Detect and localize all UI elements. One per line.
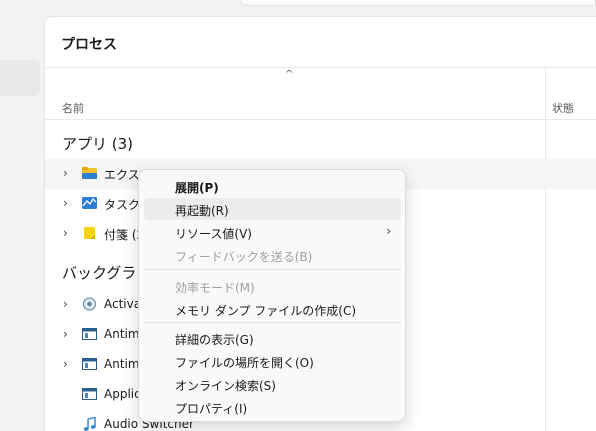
chevron-right-icon[interactable]: › (63, 327, 68, 341)
menu-separator (144, 269, 401, 270)
column-header-status[interactable]: 状態 (552, 100, 574, 116)
menu-item-label: プロパティ(I) (175, 402, 248, 416)
menu-item-label: オンライン検索(S) (175, 379, 276, 393)
menu-item-open-file-location[interactable]: ファイルの場所を開く(O) (144, 350, 401, 372)
menu-separator (144, 322, 401, 323)
window-app-icon (82, 358, 97, 370)
chevron-right-icon[interactable]: › (63, 196, 68, 210)
menu-item-resource-values[interactable]: リソース値(V) › (144, 221, 401, 243)
chevron-right-icon[interactable]: › (63, 226, 68, 240)
divider (45, 67, 596, 68)
window-app-icon (82, 388, 97, 400)
sticky-notes-icon (84, 227, 95, 239)
menu-item-label: リソース値(V) (175, 227, 252, 241)
window-app-icon (82, 328, 97, 340)
task-manager-icon (82, 197, 97, 209)
music-note-icon (83, 417, 96, 431)
gear-app-icon (83, 297, 96, 311)
nav-item-processes-selected[interactable] (0, 60, 40, 96)
process-name: Applic (104, 387, 141, 401)
menu-item-show-details[interactable]: 詳細の表示(G) (144, 327, 401, 349)
context-menu: 展開(P) 再起動(R) リソース値(V) › フィードバックを送る(B) 効率… (138, 169, 406, 422)
menu-item-label: 展開(P) (175, 181, 219, 195)
chevron-right-icon: › (386, 224, 391, 238)
process-name: Activa (104, 297, 142, 311)
divider (45, 119, 596, 120)
page-title: プロセス (61, 37, 117, 53)
menu-item-create-memory-dump[interactable]: メモリ ダンプ ファイルの作成(C) (144, 298, 401, 320)
menu-item-label: メモリ ダンプ ファイルの作成(C) (175, 304, 357, 318)
menu-item-send-feedback[interactable]: フィードバックを送る(B) (144, 244, 401, 266)
menu-item-label: ファイルの場所を開く(O) (175, 356, 314, 370)
menu-item-properties[interactable]: プロパティ(I) (144, 396, 401, 418)
folder-icon (82, 167, 97, 179)
menu-item-efficiency-mode[interactable]: 効率モード(M) (144, 275, 401, 297)
search-box[interactable] (240, 0, 596, 6)
sort-caret-icon[interactable]: ^ (285, 69, 293, 80)
chevron-right-icon[interactable]: › (63, 297, 68, 311)
chevron-right-icon[interactable]: › (63, 357, 68, 371)
menu-item-label: 効率モード(M) (175, 281, 255, 295)
menu-item-label: フィードバックを送る(B) (175, 250, 313, 264)
column-header-name[interactable]: 名前 (62, 100, 84, 116)
group-label-apps: アプリ (3) (62, 135, 134, 153)
menu-item-label: 詳細の表示(G) (175, 333, 254, 347)
menu-item-online-search[interactable]: オンライン検索(S) (144, 373, 401, 395)
menu-item-restart[interactable]: 再起動(R) (144, 198, 401, 220)
menu-item-label: 再起動(R) (175, 204, 229, 218)
chevron-right-icon[interactable]: › (63, 166, 68, 180)
menu-item-expand[interactable]: 展開(P) (144, 175, 401, 197)
